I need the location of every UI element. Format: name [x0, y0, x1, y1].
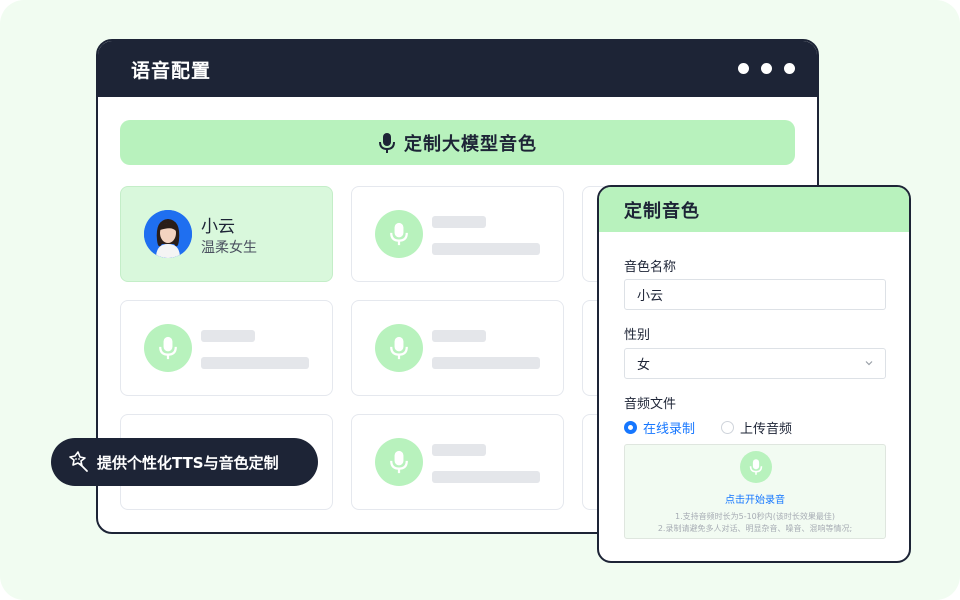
- radio-online-record[interactable]: 在线录制: [624, 418, 695, 437]
- feature-tag: 提供个性化TTS与音色定制: [51, 438, 318, 486]
- placeholder-line: [432, 357, 540, 369]
- voice-card-placeholder[interactable]: [351, 186, 564, 282]
- voice-name: 小云: [201, 217, 235, 237]
- record-tip: 2.录制请避免多人对话、明显杂音、噪音、混响等情况;: [657, 524, 853, 533]
- placeholder-line: [432, 216, 486, 228]
- magic-wand-icon: [69, 451, 88, 472]
- dot-icon: [784, 63, 795, 74]
- audio-file-label: 音频文件: [624, 397, 677, 412]
- window-header: 语音配置: [98, 41, 817, 97]
- dot-icon: [761, 63, 772, 74]
- custom-voice-label: 定制大模型音色: [404, 133, 537, 155]
- window-menu-dots[interactable]: [738, 63, 795, 74]
- voice-description: 温柔女生: [201, 240, 257, 256]
- placeholder-line: [432, 471, 540, 483]
- placeholder-line: [201, 330, 255, 342]
- voice-card-placeholder[interactable]: [120, 300, 333, 396]
- panel-header: 定制音色: [599, 187, 909, 232]
- voice-name-input[interactable]: 小云: [624, 279, 886, 310]
- gender-select[interactable]: 女: [624, 348, 886, 379]
- placeholder-line: [432, 444, 486, 456]
- microphone-icon[interactable]: [740, 451, 772, 483]
- avatar: [144, 210, 192, 258]
- radio-unchecked-icon: [721, 421, 735, 434]
- voice-card-placeholder[interactable]: [351, 414, 564, 510]
- radio-upload-audio[interactable]: 上传音频: [721, 418, 792, 437]
- panel-title: 定制音色: [624, 200, 700, 222]
- custom-voice-panel: 定制音色 音色名称 小云 性别 女 音频文件 在线录制 上传音频 点击开始录音 …: [597, 185, 911, 563]
- custom-voice-button[interactable]: 定制大模型音色: [120, 120, 795, 165]
- start-record-link[interactable]: 点击开始录音: [625, 491, 885, 506]
- gender-label: 性别: [624, 328, 651, 343]
- placeholder-line: [432, 243, 540, 255]
- radio-upload-label: 上传音频: [740, 422, 793, 437]
- microphone-icon: [375, 210, 423, 258]
- voice-card-selected[interactable]: 小云 温柔女生: [120, 186, 333, 282]
- voice-name-value: 小云: [637, 289, 664, 304]
- feature-tag-label: 提供个性化TTS与音色定制: [97, 453, 279, 472]
- microphone-icon: [375, 438, 423, 486]
- placeholder-line: [201, 357, 309, 369]
- radio-checked-icon: [624, 421, 637, 434]
- record-mode-group: 在线录制 上传音频: [624, 418, 792, 437]
- record-tip: 1.支持音频时长为5-10秒内(该时长效果最佳): [674, 512, 836, 521]
- chevron-down-icon: [865, 361, 873, 366]
- dot-icon: [738, 63, 749, 74]
- radio-online-label: 在线录制: [643, 422, 696, 437]
- placeholder-line: [432, 330, 486, 342]
- window-title: 语音配置: [131, 59, 212, 82]
- microphone-icon: [379, 132, 395, 153]
- record-area[interactable]: 点击开始录音 1.支持音频时长为5-10秒内(该时长效果最佳) 2.录制请避免多…: [624, 444, 886, 539]
- gender-value: 女: [637, 358, 651, 373]
- microphone-icon: [375, 324, 423, 372]
- voice-card-placeholder[interactable]: [351, 300, 564, 396]
- microphone-icon: [144, 324, 192, 372]
- voice-name-label: 音色名称: [624, 260, 677, 275]
